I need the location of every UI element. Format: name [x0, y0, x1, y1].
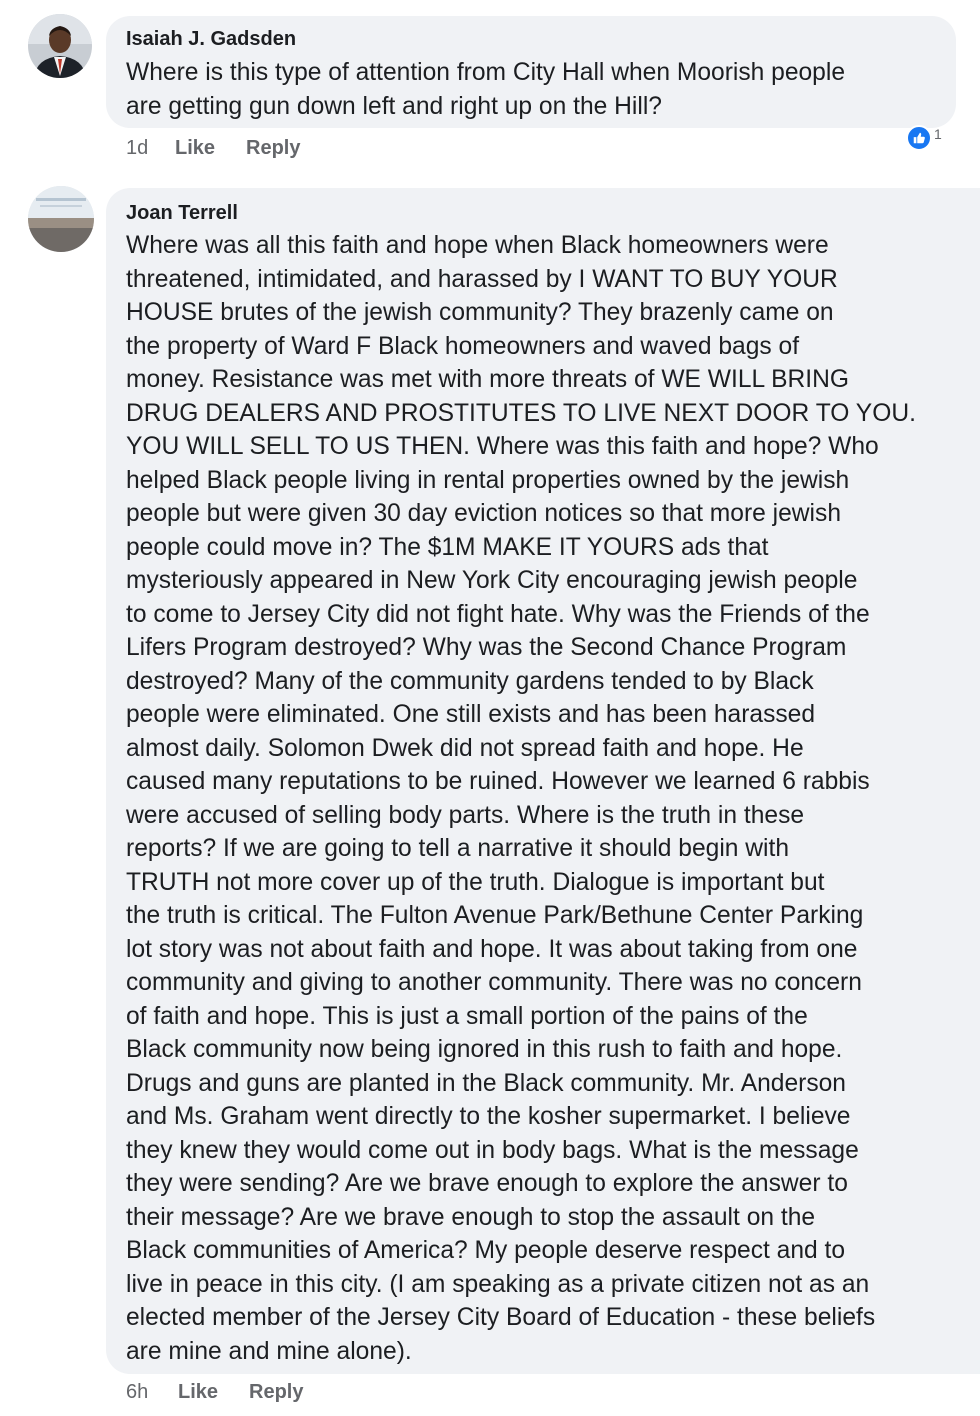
thumbs-up-icon [906, 125, 932, 151]
comment-text-line: HOUSE brutes of the jewish community? Th… [126, 299, 834, 326]
comment-text-line: are mine and mine alone). [126, 1337, 412, 1365]
comment-text-line: they were sending? Are we brave enough t… [126, 1170, 848, 1197]
comment-author[interactable]: Joan Terrell [126, 202, 238, 225]
comment-text-line: of faith and hope. This is just a small … [126, 1002, 808, 1030]
reaction-summary[interactable]: 1 [906, 125, 942, 151]
comment-bubble: Joan Terrell Where was all this faith an… [106, 188, 980, 1374]
reply-button[interactable]: Reply [249, 1381, 303, 1404]
comment-text-line: destroyed? Many of the community gardens… [126, 667, 814, 695]
comment-text-line: Lifers Program destroyed? Why was the Se… [126, 634, 847, 661]
comment-text-line: are getting gun down left and right up o… [126, 92, 662, 120]
comment-text-line: community and giving to another communit… [126, 969, 862, 996]
comment-author[interactable]: Isaiah J. Gadsden [126, 28, 296, 51]
reaction-count: 1 [934, 126, 942, 142]
comment-text-line: elected member of the Jersey City Board … [126, 1304, 876, 1331]
comment-text-line: people but were given 30 day eviction no… [126, 500, 841, 527]
comment-text-line: to come to Jersey City did not fight hat… [126, 600, 870, 628]
comment-text-line: the truth is critical. The Fulton Avenue… [126, 902, 864, 929]
like-button[interactable]: Like [175, 137, 215, 160]
reply-button[interactable]: Reply [246, 137, 300, 160]
comment-text-line: Where was all this faith and hope when B… [126, 232, 829, 259]
comment-text-line: the property of Ward F Black homeowners … [126, 332, 800, 360]
comment-text-line: TRUTH not more cover up of the truth. Di… [126, 868, 825, 896]
comment-text-line: Where is this type of attention from Cit… [126, 59, 846, 86]
profile-photo-icon [28, 14, 92, 78]
comment-text-line: Black community now being ignored in thi… [126, 1036, 843, 1063]
comment-text-line: people could move in? The $1M MAKE IT YO… [126, 533, 769, 561]
comment-text-line: helped Black people living in rental pro… [126, 466, 850, 494]
profile-photo-icon [28, 186, 94, 252]
comment-text-line: threatened, intimidated, and harassed by… [126, 265, 838, 293]
comment-text: Where was all this faith and hope when B… [126, 229, 916, 1368]
comment-text-line: mysteriously appeared in New York City e… [126, 567, 858, 594]
avatar[interactable] [28, 14, 92, 78]
comment-text-line: Black communities of America? My people … [126, 1237, 846, 1264]
comment-text: Where is this type of attention from Cit… [126, 56, 845, 123]
comment-text-line: and Ms. Graham went directly to the kosh… [126, 1103, 851, 1130]
comment-bubble: Isaiah J. Gadsden Where is this type of … [106, 16, 956, 128]
comment-text-line: Drugs and guns are planted in the Black … [126, 1069, 846, 1097]
comment-text-line: were accused of selling body parts. Wher… [126, 801, 805, 829]
comment-timestamp[interactable]: 6h [126, 1381, 148, 1404]
comment-text-line: YOU WILL SELL TO US THEN. Where was this… [126, 433, 879, 460]
avatar[interactable] [28, 186, 94, 252]
comment-text-line: caused many reputations to be ruined. Ho… [126, 768, 870, 795]
comment-text-line: they knew they would come out in body ba… [126, 1136, 859, 1164]
comment-text-line: money. Resistance was met with more thre… [126, 366, 850, 393]
comment-text-line: lot story was not about faith and hope. … [126, 935, 858, 963]
comment-timestamp[interactable]: 1d [126, 137, 148, 160]
comment-text-line: DRUG DEALERS AND PROSTITUTES TO LIVE NEX… [126, 399, 916, 427]
like-button[interactable]: Like [178, 1381, 218, 1404]
comment-text-line: people were eliminated. One still exists… [126, 701, 816, 728]
comment-text-line: their message? Are we brave enough to st… [126, 1203, 816, 1231]
comment-text-line: live in peace in this city. (I am speaki… [126, 1270, 870, 1298]
comment-text-line: almost daily. Solomon Dwek did not sprea… [126, 734, 804, 762]
comment-text-line: reports? If we are going to tell a narra… [126, 835, 790, 862]
